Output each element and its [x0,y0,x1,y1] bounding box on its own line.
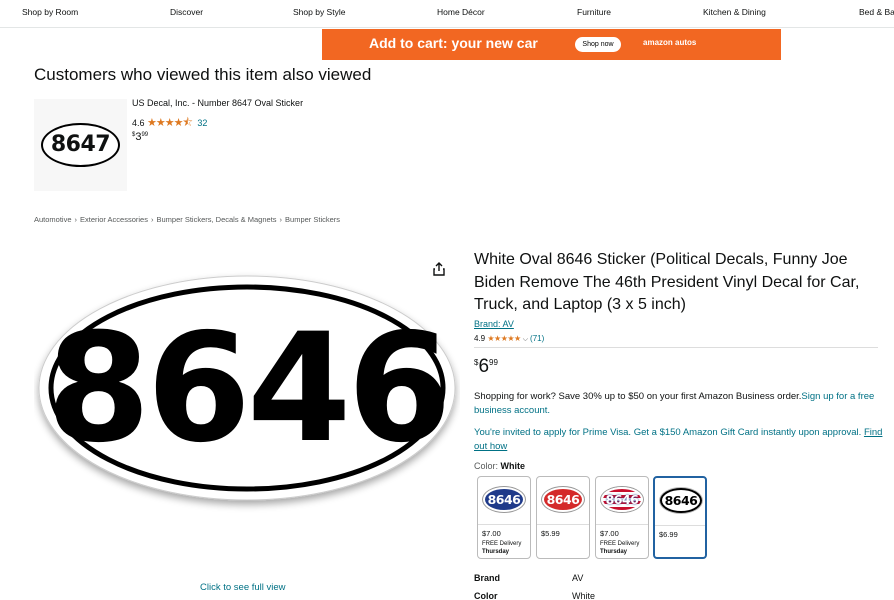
nav-item-kitchen-dining[interactable]: Kitchen & Dining [703,7,766,17]
spec-value: AV [572,573,584,583]
nav-item-bed-bath[interactable]: Bed & Ba [859,7,894,17]
main-product-image[interactable]: 8646 [34,268,460,518]
breadcrumb-separator: › [279,215,283,224]
nav-item-shop-by-style[interactable]: Shop by Style [293,7,345,17]
swatch-delivery: FREE Delivery Thursday [482,541,522,555]
rec-item-title[interactable]: US Decal, Inc. - Number 8647 Oval Sticke… [132,98,303,108]
swatch-image: 8646 [537,477,589,523]
business-offer: Shopping for work? Save 30% up to $50 on… [474,391,875,416]
swatch-image: 8646 [655,478,705,524]
rec-review-count[interactable]: 32 [197,118,207,128]
share-icon[interactable] [431,261,447,277]
breadcrumb: Automotive › Exterior Accessories › Bumper S… [34,215,340,224]
spec-value: White [572,591,596,600]
brand-link[interactable]: Brand: AV [474,319,514,329]
breadcrumb-exterior-accessories[interactable]: Exterior Accessories [80,215,148,224]
ad-shop-now-button[interactable]: Shop now [575,37,621,52]
product-title: White Oval 8646 Sticker (Political Decal… [474,251,860,313]
breadcrumb-automotive[interactable]: Automotive [34,215,72,224]
swatch-delivery: FREE Delivery Thursday [600,541,640,555]
rec-item-price: $399 [132,131,149,143]
oval-sticker-image: 8646 [601,487,643,512]
rec-rating-value: 4.6 [132,118,145,128]
product-price: $699 [474,356,498,377]
amazon-autos-logo: amazon autos [643,38,697,47]
divider [474,347,878,348]
ad-headline: Add to cart: your new car [369,35,538,51]
selected-color: White [500,461,526,471]
color-swatch-flag[interactable]: 8646 $7.00 FREE Delivery Thursday [595,476,649,559]
nav-item-furniture[interactable]: Furniture [577,7,611,17]
star-rating-icon[interactable]: ★★★★★ [487,334,521,343]
color-label: Color: White [474,461,526,471]
swatch-price: $5.99 [541,529,560,538]
color-swatch-red[interactable]: 8646 $5.99 [536,476,590,559]
chevron-down-icon[interactable]: ⌵ [523,336,528,343]
swatch-image: 8646 [478,477,530,523]
color-swatch-blue[interactable]: 8646 $7.00 FREE Delivery Thursday [477,476,531,559]
rating-count[interactable]: (71) [530,334,544,343]
swatch-price: $6.99 [659,530,678,539]
breadcrumb-bumper-stickers[interactable]: Bumper Stickers [285,215,340,224]
nav-item-discover[interactable]: Discover [170,7,203,17]
oval-sticker-image: 8646 [483,487,525,512]
ad-banner[interactable]: Add to cart: your new car Shop now amazo… [322,29,781,60]
spec-row-brand: Brand AV [474,573,583,583]
prime-visa-offer[interactable]: You're invited to apply for Prime Visa. … [474,426,884,454]
color-swatch-white[interactable]: 8646 $6.99 [653,476,707,559]
spec-key: Color [474,591,498,600]
full-view-link[interactable]: Click to see full view [200,582,286,593]
category-nav: Shop by Room Discover Shop by Style Home… [0,0,894,28]
spec-row-color: Color White [474,591,595,600]
breadcrumb-separator: › [74,215,78,224]
oval-sticker-image: 8646 [660,488,702,513]
breadcrumb-separator: › [150,215,154,224]
oval-sticker-image: 8647 [41,123,120,167]
swatch-price: $7.00 [600,529,619,538]
swatch-image: 8646 [596,477,648,523]
sticker-number: 8647 [50,132,111,157]
rating-value: 4.9 [474,334,486,343]
nav-item-home-decor[interactable]: Home Décor [437,7,485,17]
product-rating: 4.9 ★★★★★ ⌵ (71) [474,334,544,344]
spec-key: Brand [474,573,501,583]
also-viewed-heading: Customers who viewed this item also view… [34,65,372,84]
oval-sticker-image: 8646 [542,487,584,512]
rec-item-thumbnail[interactable]: 8647 [34,99,127,191]
swatch-price: $7.00 [482,529,501,538]
star-rating-icon[interactable]: ★★★★⯪ [147,117,193,129]
breadcrumb-bumper-stickers-decals[interactable]: Bumper Stickers, Decals & Magnets [156,215,276,224]
nav-item-shop-by-room[interactable]: Shop by Room [22,7,78,17]
main-sticker-number: 8646 [46,302,447,476]
